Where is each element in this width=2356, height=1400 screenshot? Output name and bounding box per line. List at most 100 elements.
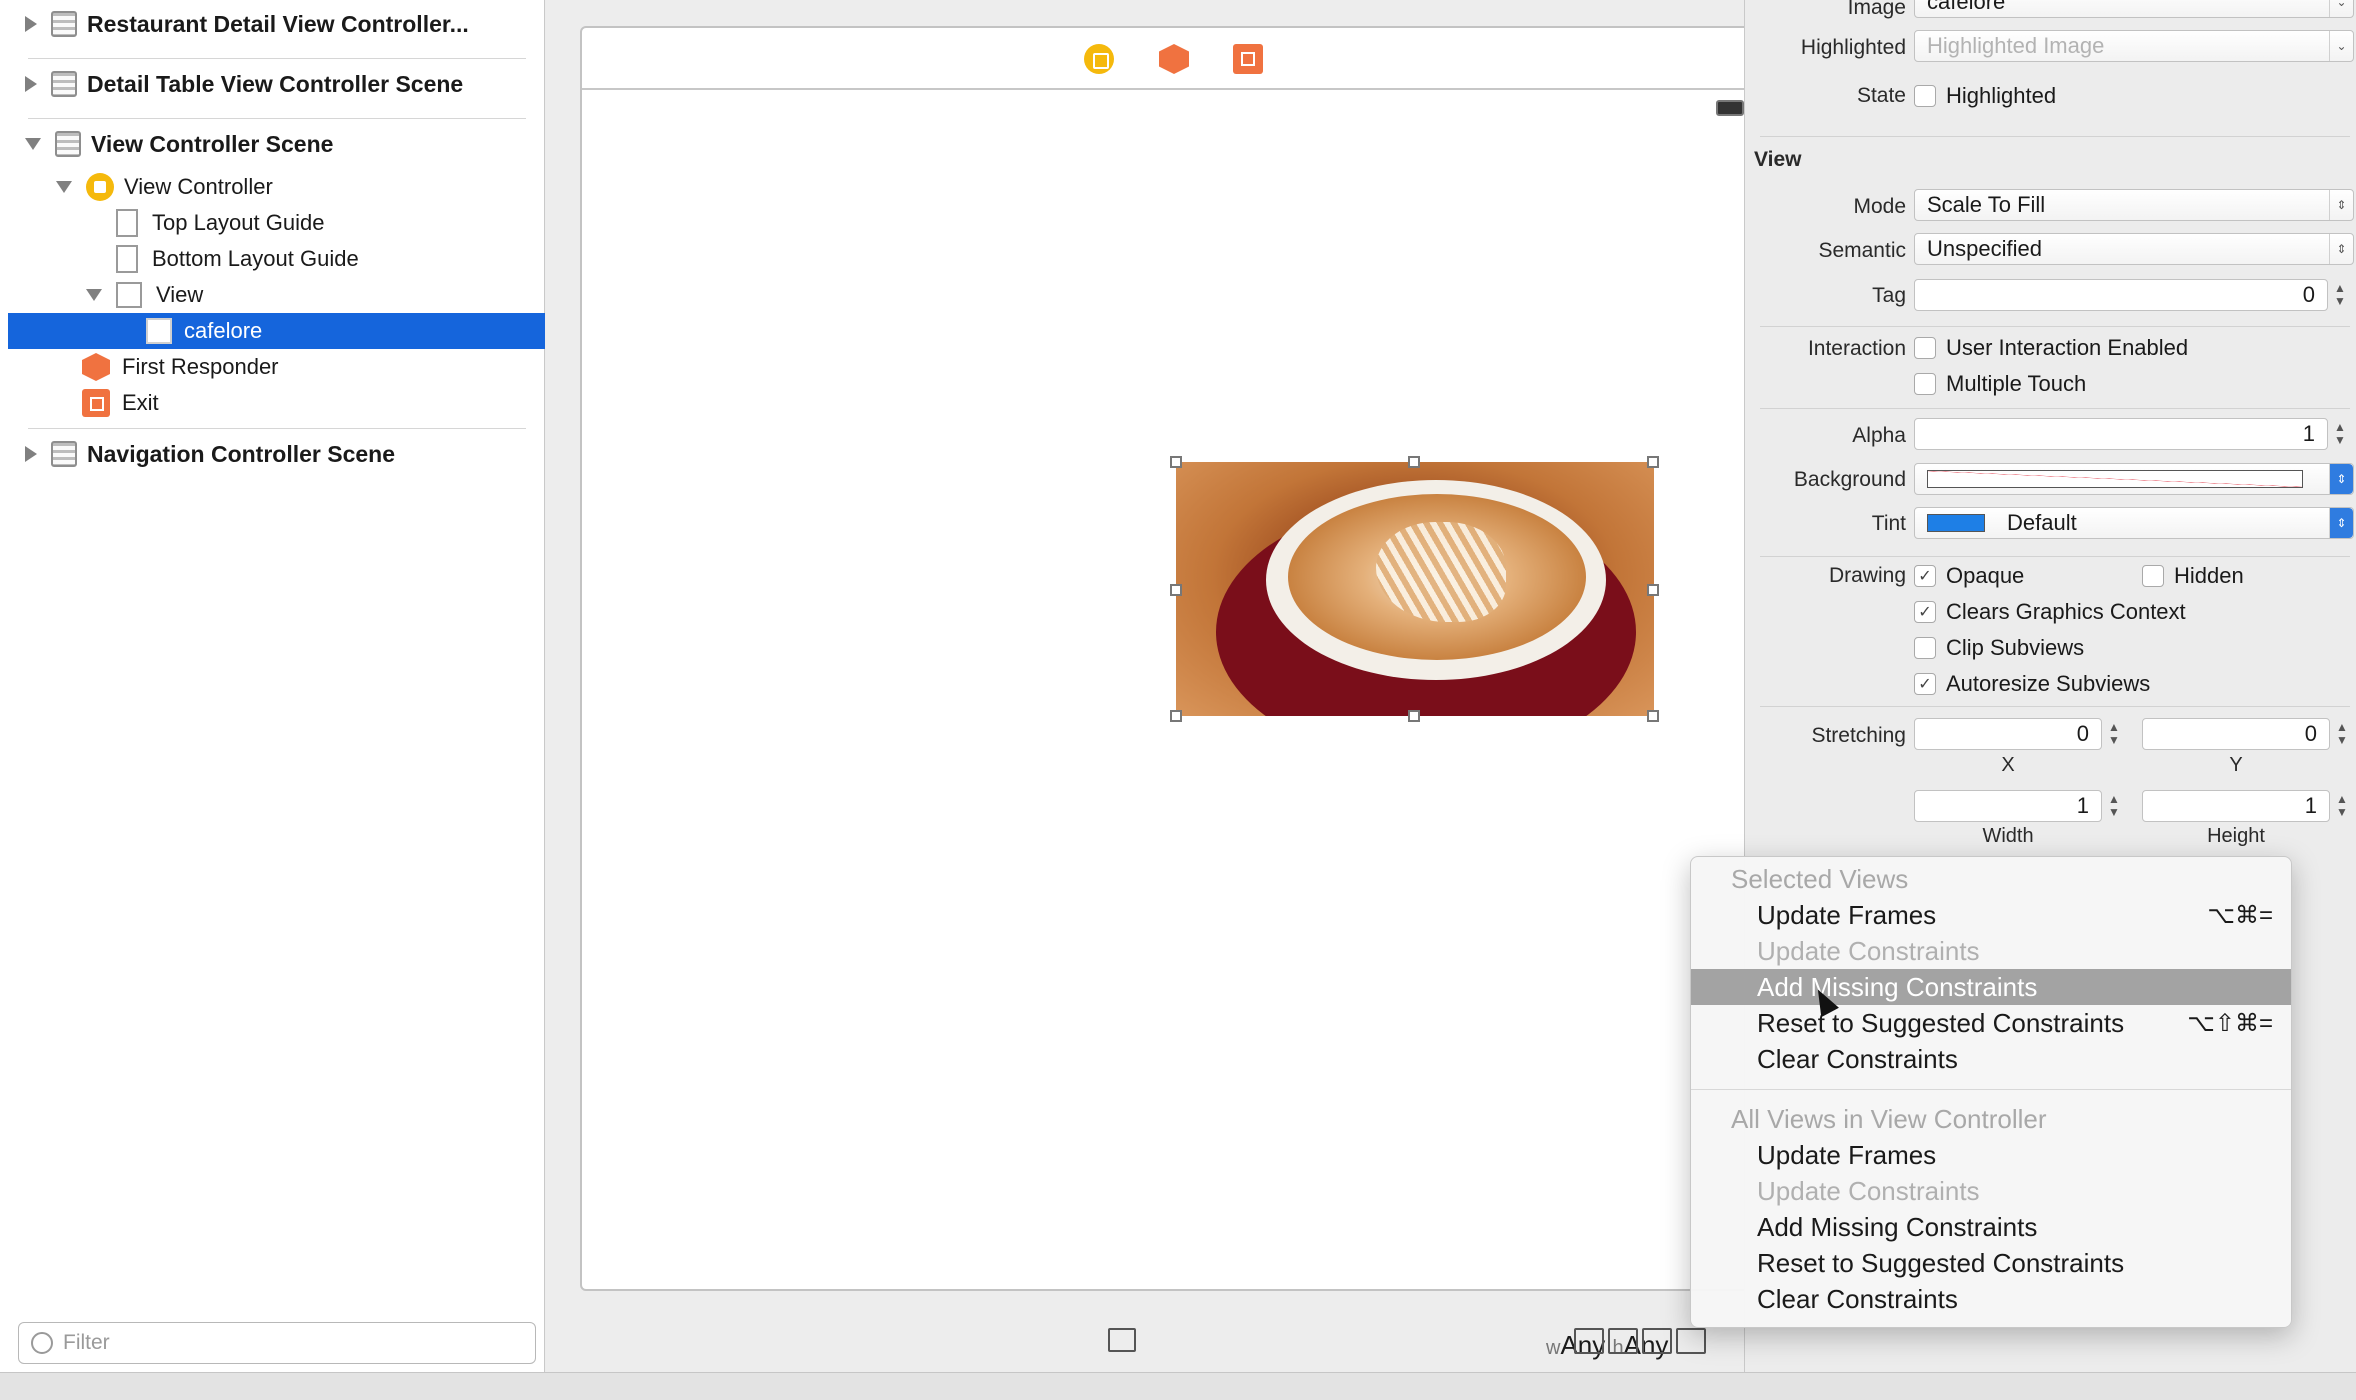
stepper-icon[interactable]: ▲ ▼ [2105,793,2123,821]
tree-item-top-layout-guide[interactable]: Top Layout Guide [116,205,324,241]
resize-handle[interactable] [1408,456,1420,468]
drawing-label: Drawing [1828,564,1906,587]
exit-icon[interactable] [1233,44,1263,74]
alpha-label: Alpha [1852,424,1906,447]
disclosure-down-icon[interactable] [56,181,72,193]
stepper-icon[interactable]: ▲ ▼ [2333,793,2351,821]
multiple-touch-checkbox[interactable] [1914,373,1936,395]
scene-detail-table[interactable]: Detail Table View Controller Scene [0,66,545,102]
stack-icon[interactable] [1574,1328,1604,1354]
tag-value: 0 [2302,282,2315,307]
tint-popup[interactable]: Default ⇕ [1914,507,2354,539]
hidden-checkbox[interactable] [2142,565,2164,587]
menu-header-selected-views: Selected Views [1731,863,1909,894]
tree-item-cafelore[interactable]: cafelore [146,313,262,349]
clears-graphics-context-checkbox[interactable]: ✓ [1914,601,1936,623]
stepper-icon[interactable]: ▲ ▼ [2333,721,2351,749]
menu-item-all-add-missing[interactable]: Add Missing Constraints [1691,1209,2291,1245]
semantic-popup[interactable]: Unspecified ⇕ [1914,233,2354,265]
align-icon[interactable] [1608,1328,1638,1354]
stretching-x-field[interactable]: 0 ▲ ▼ [1914,718,2120,750]
clip-subviews-label: Clip Subviews [1946,635,2085,660]
menu-item-all-update-frames[interactable]: Update Frames [1691,1137,2291,1173]
stretching-height-field[interactable]: 1 ▲ ▼ [2142,790,2348,822]
tree-item-view[interactable]: View [86,277,203,313]
image-value: cafelore [1927,0,2006,14]
disclosure-down-icon[interactable] [86,289,102,301]
cafelore-image-view[interactable] [1176,462,1654,716]
tag-field[interactable]: 0 ▲ ▼ [1914,279,2346,311]
pin-icon[interactable] [1642,1328,1672,1354]
filter-icon [31,1332,53,1354]
alpha-field[interactable]: 1 ▲ ▼ [1914,418,2346,450]
clip-subviews-checkbox[interactable] [1914,637,1936,659]
resize-handle[interactable] [1170,456,1182,468]
scene-navigation-controller[interactable]: Navigation Controller Scene [0,436,545,472]
disclosure-right-icon[interactable] [25,76,37,92]
state-highlighted-checkbox[interactable] [1914,85,1936,107]
stretching-y-field[interactable]: 0 ▲ ▼ [2142,718,2348,750]
mode-popup[interactable]: Scale To Fill ⇕ [1914,189,2354,221]
scene-restaurant-detail[interactable]: Restaurant Detail View Controller... [0,6,545,42]
menu-item-add-missing-constraints[interactable]: Add Missing Constraints [1691,969,2291,1005]
semantic-label: Semantic [1818,239,1906,262]
tree-item-first-responder[interactable]: First Responder [82,349,279,385]
stretching-label: Stretching [1811,724,1906,747]
resize-handle[interactable] [1647,456,1659,468]
chevron-down-icon: ⌄ [2329,31,2353,61]
background-color-popup[interactable]: ⇕ [1914,463,2354,495]
no-color-swatch [1927,470,2303,488]
tree-label: Exit [122,390,159,415]
state-highlighted-label: Highlighted [1946,83,2057,108]
menu-item-update-frames[interactable]: Update Frames ⌥⌘= [1691,897,2291,933]
scene-title: View Controller Scene [91,130,334,157]
outline-filter-input[interactable]: Filter [18,1322,536,1364]
resize-handle[interactable] [1408,710,1420,722]
menu-item-clear-constraints[interactable]: Clear Constraints [1691,1041,2291,1077]
view-icon [116,282,142,308]
menu-item-all-reset-to-suggested[interactable]: Reset to Suggested Constraints [1691,1245,2291,1281]
chevron-updown-icon: ⇕ [2329,508,2353,538]
disclosure-right-icon[interactable] [25,16,37,32]
stepper-icon[interactable]: ▲ ▼ [2331,421,2349,449]
stretching-height-caption: Height [2207,825,2265,847]
first-responder-icon[interactable] [1159,44,1189,74]
stretching-y-caption: Y [2229,754,2243,776]
stretching-width-field[interactable]: 1 ▲ ▼ [1914,790,2120,822]
user-interaction-checkbox[interactable] [1914,337,1936,359]
disclosure-down-icon[interactable] [25,138,41,150]
autoresize-subviews-checkbox[interactable]: ✓ [1914,673,1936,695]
tree-label: View Controller [124,174,273,199]
resize-handle[interactable] [1170,710,1182,722]
highlighted-image-popup[interactable]: Highlighted Image ⌄ [1914,30,2354,62]
tree-item-view-controller[interactable]: View Controller [56,169,273,205]
opaque-checkbox[interactable]: ✓ [1914,565,1936,587]
resize-handle[interactable] [1647,584,1659,596]
resolve-auto-layout-icon[interactable] [1676,1328,1706,1354]
resolve-auto-layout-menu: Selected Views Update Frames ⌥⌘= Update … [1690,856,2292,1328]
opaque-label: Opaque [1946,563,2025,588]
scene-title: Restaurant Detail View Controller... [87,10,469,37]
menu-item-all-clear-constraints[interactable]: Clear Constraints [1691,1281,2291,1317]
state-label: State [1856,84,1906,107]
stepper-icon[interactable]: ▲ ▼ [2105,721,2123,749]
resize-handle[interactable] [1647,710,1659,722]
view-controller-icon [86,173,114,201]
resize-handle[interactable] [1170,584,1182,596]
menu-item-reset-to-suggested[interactable]: Reset to Suggested Constraints ⌥⇧⌘= [1691,1005,2291,1041]
tree-label: Top Layout Guide [152,210,325,235]
stretching-x-caption: X [2001,754,2015,776]
view-controller-icon[interactable] [1084,44,1114,74]
disclosure-right-icon[interactable] [25,446,37,462]
scene-icon [51,71,77,97]
scene-icon [55,131,81,157]
tree-label: cafelore [184,318,263,343]
stepper-icon[interactable]: ▲ ▼ [2331,282,2349,310]
tree-item-exit[interactable]: Exit [82,385,159,421]
exit-icon [82,389,110,417]
image-popup[interactable]: cafelore ⌄ [1914,0,2354,18]
scene-view-controller[interactable]: View Controller Scene [0,126,545,162]
bottom-status-bar [0,1372,2356,1400]
tree-item-bottom-layout-guide[interactable]: Bottom Layout Guide [116,241,359,277]
toggle-outline-icon[interactable] [1108,1328,1136,1352]
